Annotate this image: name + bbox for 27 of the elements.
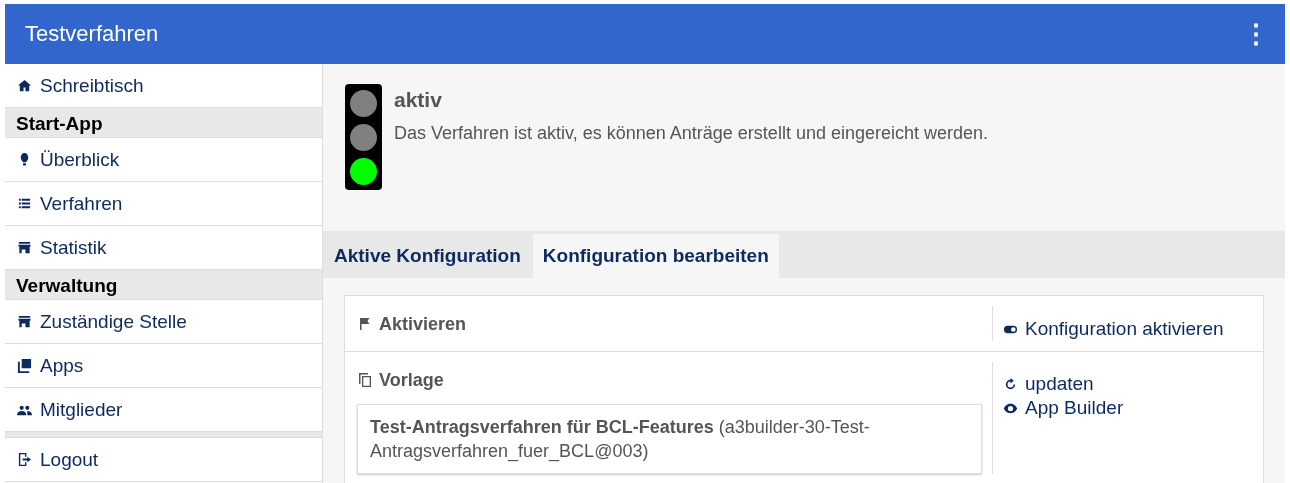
- status-description: Das Verfahren ist aktiv, es können Anträge erstellt und eingereicht werden.: [394, 123, 988, 144]
- app-title: Testverfahren: [25, 21, 159, 47]
- sidebar-item[interactable]: Logout: [5, 438, 322, 482]
- action-link[interactable]: updaten: [1003, 372, 1263, 396]
- logout-icon: [17, 452, 32, 467]
- sidebar-item[interactable]: Zuständige Stelle: [5, 300, 322, 344]
- section-title: Vorlage: [379, 369, 444, 391]
- status-title: aktiv: [394, 88, 443, 112]
- tab[interactable]: Konfiguration bearbeiten: [532, 234, 779, 278]
- sidebar-heading: Start-App: [5, 108, 322, 138]
- action-link[interactable]: App Builder: [1003, 396, 1263, 420]
- store-icon: [17, 314, 32, 329]
- action-link[interactable]: Konfiguration aktivieren: [1003, 317, 1263, 341]
- tab[interactable]: Aktive Konfiguration: [328, 234, 533, 278]
- store-icon: [17, 240, 32, 255]
- sidebar-heading: Verwaltung: [5, 270, 322, 300]
- sidebar-item[interactable]: Verfahren: [5, 182, 322, 226]
- apps-icon: [17, 358, 32, 373]
- sidebar-item[interactable]: Überblick: [5, 138, 322, 182]
- list-icon: [17, 196, 32, 211]
- refresh-icon: [1003, 376, 1018, 392]
- template-field: Test-Antragsverfahren für BCL-Features (a3builder-30-Test-Antragsverfahren_fuer_BCL@003): [357, 404, 982, 474]
- copy-icon: [357, 372, 373, 388]
- home-icon: [17, 78, 32, 93]
- section-title: Aktivieren: [379, 313, 467, 335]
- sidebar-item[interactable]: Apps: [5, 344, 322, 388]
- menu-button[interactable]: ⋮: [1239, 18, 1273, 50]
